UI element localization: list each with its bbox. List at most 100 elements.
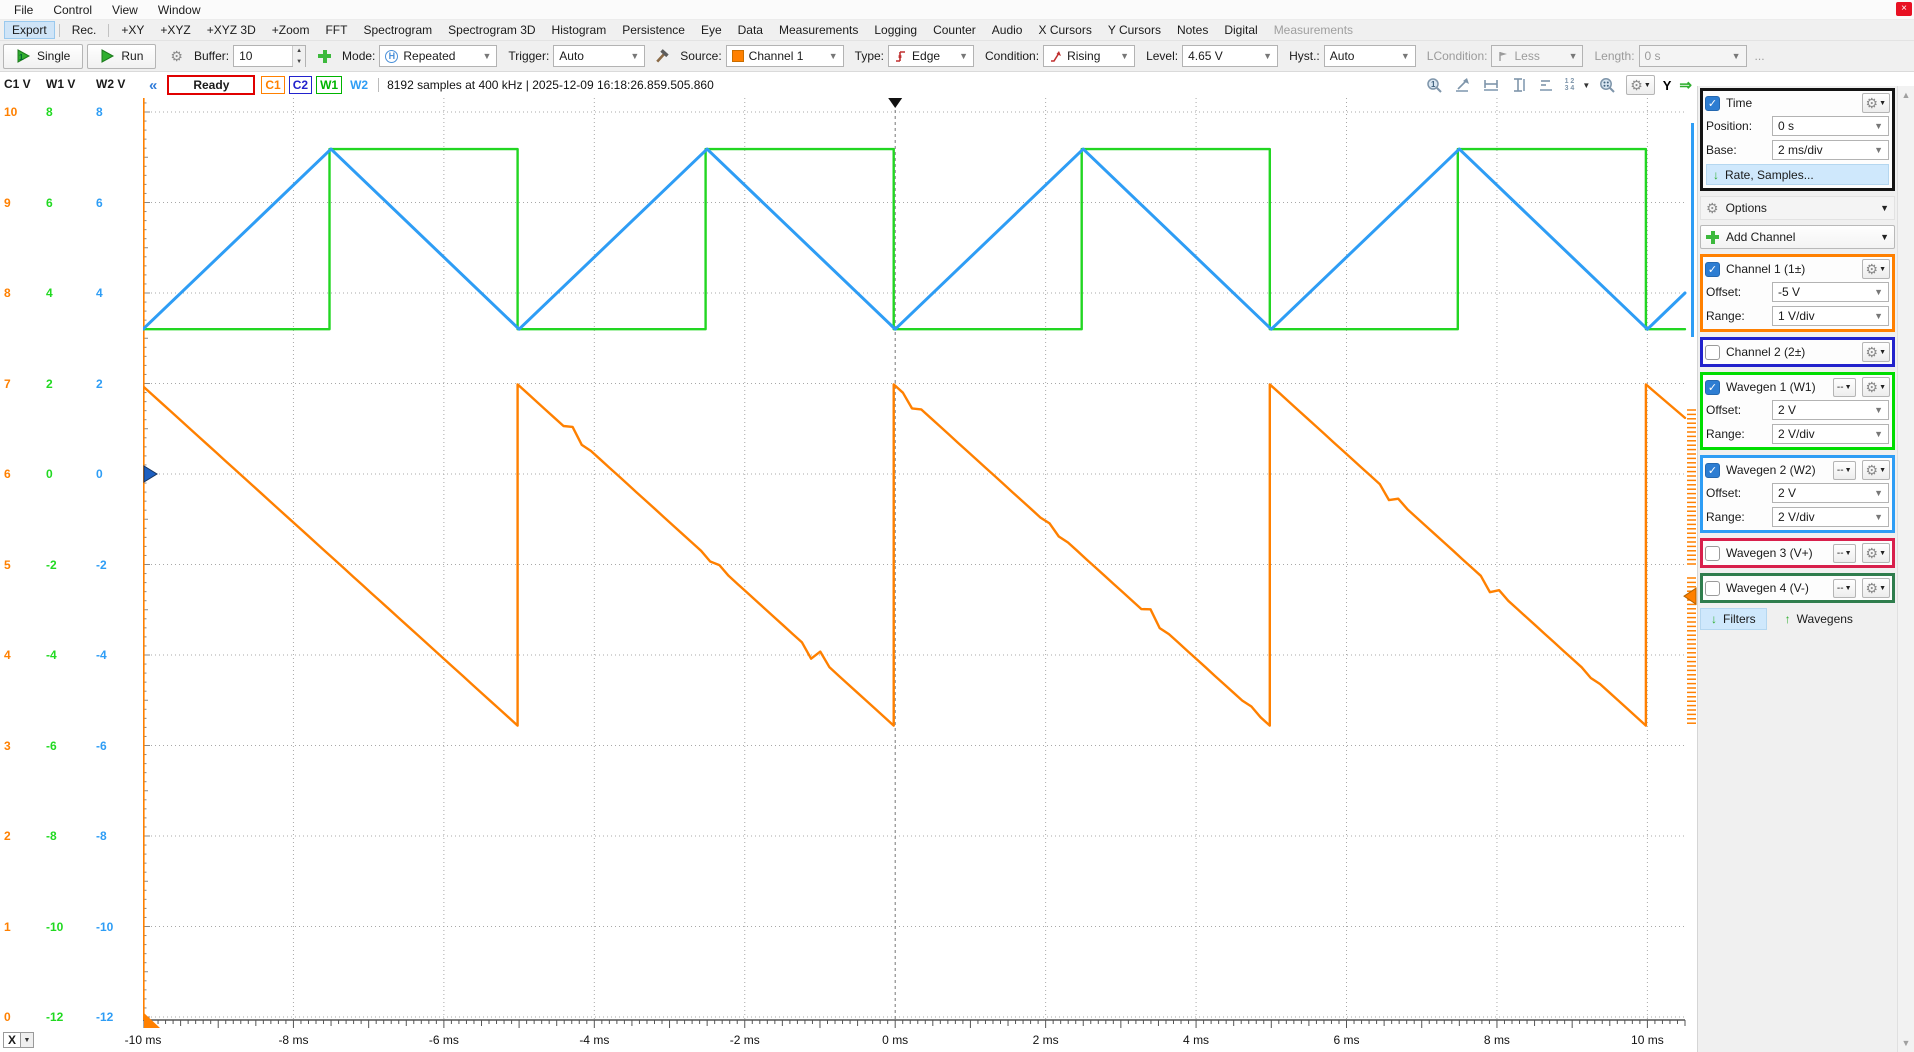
scroll-up-icon[interactable]: ▲ [1898,90,1914,100]
wavegen4-checkbox[interactable]: ✓ [1705,581,1720,596]
scroll-down-icon[interactable]: ▼ [1898,1038,1914,1048]
wavegen4-settings-button[interactable]: ⚙▼ [1862,578,1891,598]
wavegen1-offset-select[interactable]: 2 V ▼ [1772,400,1889,420]
toolbar-tab-audio[interactable]: Audio [984,21,1031,39]
wavegen1-mode-button[interactable]: --▼ [1833,378,1856,397]
wavegen2-range-select[interactable]: 2 V/div ▼ [1772,507,1889,527]
lcondition-select[interactable]: Less ▼ [1491,45,1583,67]
position-select[interactable]: 0 s ▼ [1772,116,1889,136]
toolbar-tab--xy[interactable]: +XY [113,21,152,39]
channel1-range-select[interactable]: 1 V/div ▼ [1772,306,1889,326]
channel2-settings-button[interactable]: ⚙▼ [1862,342,1891,362]
wavegen3-mode-button[interactable]: --▼ [1833,544,1856,563]
wavegen1-square-trace[interactable] [143,149,1685,329]
single-button[interactable]: 1 Single [3,44,83,69]
channel1-sawtooth-trace[interactable] [143,384,1685,725]
filters-button[interactable]: ↓ Filters [1700,608,1767,630]
add-channel-button[interactable]: Add Channel ▼ [1700,225,1895,249]
channel-position-marker[interactable] [144,466,157,482]
buffer-spinbox[interactable]: 10 ▲▼ [233,45,306,67]
toolbar-tab--xyz-3d[interactable]: +XYZ 3D [199,21,264,39]
wavegen2-checkbox[interactable]: ✓ [1705,463,1720,478]
buffer-value[interactable]: 10 [234,49,292,63]
channel-chip-c2[interactable]: C2 [289,76,312,94]
wavegens-button[interactable]: ↑ Wavegens [1781,608,1857,630]
channel-chip-w1[interactable]: W1 [316,76,342,94]
wavegen2-offset-select[interactable]: 2 V ▼ [1772,483,1889,503]
channel-chip-c1[interactable]: C1 [261,76,284,94]
plot-settings-button[interactable]: ⚙▼ [1626,75,1655,95]
x-axis-selector-label[interactable]: X [3,1032,21,1048]
base-select[interactable]: 2 ms/div ▼ [1772,140,1889,160]
wavegen1-range-select[interactable]: 2 V/div ▼ [1772,424,1889,444]
toolbar-tab-histogram[interactable]: Histogram [544,21,615,39]
toolbar-tab-x-cursors[interactable]: X Cursors [1030,21,1099,39]
window-close-button[interactable]: × [1896,2,1912,16]
length-select[interactable]: 0 s ▼ [1639,45,1747,67]
rate-samples-button[interactable]: ↓ Rate, Samples... [1706,164,1889,185]
type-select[interactable]: Edge ▼ [888,45,974,67]
panel-scrollbar[interactable]: ▲ ▼ [1897,86,1914,1052]
menu-window[interactable]: Window [148,1,211,19]
trigger-select[interactable]: Auto ▼ [553,45,645,67]
condition-select[interactable]: Rising ▼ [1043,45,1135,67]
toolbar-tab-persistence[interactable]: Persistence [614,21,693,39]
time-checkbox[interactable]: ✓ [1705,96,1720,111]
mode-select[interactable]: H Repeated ▼ [379,45,497,67]
options-row[interactable]: ⚙ Options ▼ [1700,196,1895,220]
source-select[interactable]: Channel 1 ▼ [726,45,844,67]
toolbar-tab-eye[interactable]: Eye [693,21,730,39]
channel1-checkbox[interactable]: ✓ [1705,262,1720,277]
wavegen2-mode-button[interactable]: --▼ [1833,461,1856,480]
add-mode-plus-icon[interactable] [318,50,331,63]
toolbar-tab-notes[interactable]: Notes [1169,21,1216,39]
buffer-spin-arrows[interactable]: ▲▼ [292,46,305,66]
wavegen1-settings-button[interactable]: ⚙▼ [1862,377,1891,397]
collapse-left-icon[interactable]: « [149,77,157,94]
measure-height-icon[interactable] [1509,76,1529,94]
toolbar-tab-export[interactable]: Export [4,21,55,39]
toolbar-tab-logging[interactable]: Logging [866,21,925,39]
toolbar-tab-counter[interactable]: Counter [925,21,984,39]
toolbar-tab-y-cursors[interactable]: Y Cursors [1100,21,1169,39]
toolbar-tab-spectrogram-3d[interactable]: Spectrogram 3D [440,21,543,39]
menu-view[interactable]: View [102,1,148,19]
toolbar-tab-rec-[interactable]: Rec. [64,21,105,39]
wavegen2-triangle-trace[interactable] [143,149,1685,329]
menu-file[interactable]: File [4,1,43,19]
oscilloscope-plot[interactable] [143,98,1697,1030]
toolbar-tab-digital[interactable]: Digital [1216,21,1265,39]
channel1-settings-button[interactable]: ⚙▼ [1862,259,1891,279]
chevron-down-icon[interactable]: ▼ [1582,81,1590,90]
x-axis-selector[interactable]: X ▼ [3,1032,34,1048]
trigger-position-marker[interactable] [888,98,902,108]
toolbar-overflow[interactable]: ... [1755,49,1765,63]
channel-numbers-icon[interactable]: 1 2 3 4 [1565,78,1575,92]
wavegen3-checkbox[interactable]: ✓ [1705,546,1720,561]
fit-arrow-icon[interactable] [1453,76,1473,94]
chevron-down-icon[interactable]: ▼ [21,1032,34,1048]
time-settings-button[interactable]: ⚙▼ [1862,93,1891,113]
wavegen3-settings-button[interactable]: ⚙▼ [1862,543,1891,563]
channel-chip-w2[interactable]: W2 [346,76,372,94]
zoom-grid-icon[interactable] [1598,76,1618,94]
y-axis-mode-label[interactable]: Y [1663,78,1672,93]
toolbar-tab-data[interactable]: Data [730,21,771,39]
plot-area[interactable] [143,98,1697,1030]
channel1-offset-select[interactable]: -5 V ▼ [1772,282,1889,302]
level-select[interactable]: 4.65 V ▼ [1182,45,1278,67]
wavegen2-settings-button[interactable]: ⚙▼ [1862,460,1891,480]
channel2-checkbox[interactable]: ✓ [1705,345,1720,360]
run-button[interactable]: Run [87,44,156,69]
pan-right-icon[interactable]: ⇒ [1679,76,1692,94]
toolbar-tab--zoom[interactable]: +Zoom [264,21,318,39]
measure-width-icon[interactable] [1481,76,1501,94]
toolbar-tab-fft[interactable]: FFT [317,21,355,39]
menu-control[interactable]: Control [43,1,102,19]
hammer-icon[interactable] [653,49,669,64]
wavegen1-checkbox[interactable]: ✓ [1705,380,1720,395]
toolbar-tab-spectrogram[interactable]: Spectrogram [355,21,440,39]
toolbar-tab-measurements[interactable]: Measurements [771,21,866,39]
measure-lines-icon[interactable] [1537,76,1557,94]
buffer-gear-icon[interactable]: ⚙ [170,48,183,65]
